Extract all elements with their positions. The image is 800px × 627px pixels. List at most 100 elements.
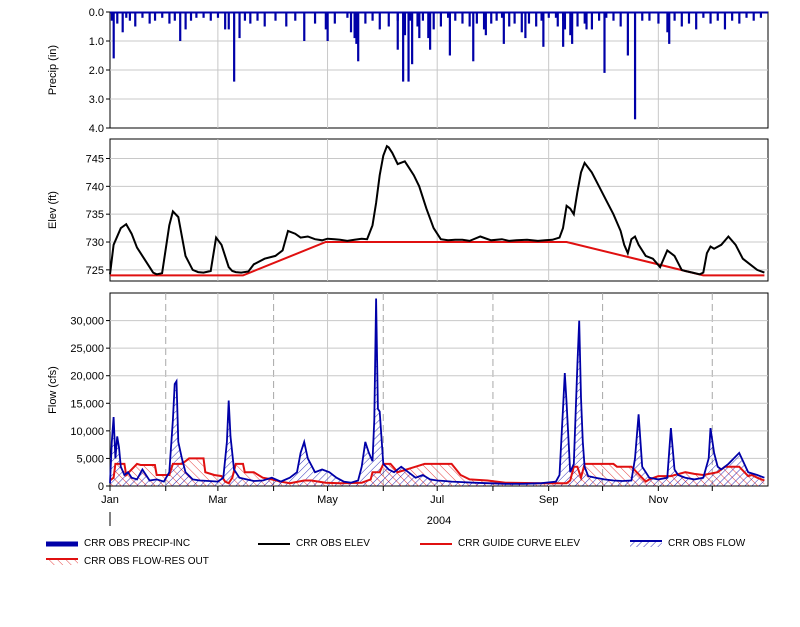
elev-y-axis-label: Elev (ft) [47, 191, 59, 229]
precip-bar [723, 12, 727, 30]
y-tick-label: 735 [86, 209, 104, 221]
precip-bar [556, 12, 559, 27]
legend-item-elev: CRR OBS ELEV [258, 538, 370, 549]
precip-bar [418, 12, 421, 39]
precip-bar [128, 12, 131, 21]
precip-bar [121, 12, 124, 33]
precip-bar [112, 12, 115, 59]
precip-bar [439, 12, 442, 27]
y-tick-label: 20,000 [70, 371, 104, 383]
precip-bar [752, 12, 755, 21]
precip-bar [148, 12, 151, 24]
precip-bar [168, 12, 171, 24]
precip-bar [125, 12, 128, 18]
precip-bar [709, 12, 712, 24]
precip-bar [227, 12, 230, 30]
precip-bar [209, 12, 212, 21]
precip-bar [249, 12, 252, 24]
precip-bar [285, 12, 288, 27]
elev-panel: 725 730 735 740 745 Elev (ft) [47, 138, 769, 282]
precip-bar [673, 12, 676, 21]
precip-bar [116, 12, 119, 24]
precip-bar [396, 12, 399, 50]
precip-bar [263, 12, 266, 27]
precip-bar [326, 12, 329, 41]
precip-bar [633, 12, 637, 120]
precip-bar [590, 12, 594, 30]
precip-bar [626, 12, 629, 56]
precip-bar [612, 12, 615, 21]
precip-bar [508, 12, 511, 27]
precip-bar [603, 12, 606, 73]
precip-bar [274, 12, 277, 21]
legend-symbol-resout [46, 557, 78, 567]
precip-bar [571, 12, 574, 44]
y-tick-label: 15,000 [70, 398, 104, 410]
precip-bar [233, 12, 236, 82]
precip-bar [407, 12, 410, 82]
precip-bar [731, 12, 734, 21]
x-axis: Jan Mar May Jul Sep Nov [101, 486, 713, 506]
y-tick-label: 25,000 [70, 343, 104, 355]
precip-bar [484, 12, 487, 36]
chart-canvas: 0.0 1.0 2.0 3.0 4.0 Precip (in) 725 730 735 740… [47, 7, 769, 527]
y-tick-label: 4.0 [89, 123, 104, 135]
precip-bar [378, 12, 381, 30]
elev-plot-frame [109, 138, 769, 282]
x-tick-label: Jul [430, 494, 444, 506]
legend-item-precip: CRR OBS PRECIP-INC [46, 538, 190, 549]
precip-bar [202, 12, 205, 18]
precip-bar [702, 12, 705, 18]
legend-label-resout: CRR OBS FLOW-RES OUT [84, 556, 209, 567]
flow-y-axis-label: Flow (cfs) [47, 366, 59, 414]
x-tick-label: Mar [208, 494, 227, 506]
precip-bar [189, 12, 193, 21]
y-tick-label: 0 [98, 481, 104, 493]
precip-y-ticks: 0.0 1.0 2.0 3.0 4.0 [89, 7, 110, 135]
precip-bar [527, 12, 531, 24]
precip-bar [429, 12, 432, 50]
y-tick-label: 3.0 [89, 94, 104, 106]
precip-bar [173, 12, 176, 21]
precip-bar [641, 12, 644, 21]
precip-bar [513, 12, 516, 24]
precip-bar [468, 12, 471, 27]
precip-bar [357, 12, 360, 62]
precip-bar [576, 12, 579, 27]
precip-bar [598, 12, 601, 21]
x-tick-label: Jan [101, 494, 119, 506]
precip-bar [687, 12, 691, 24]
legend-item-resout: CRR OBS FLOW-RES OUT [46, 556, 209, 567]
precip-bar [738, 12, 741, 24]
precip-bar [179, 12, 182, 41]
legend-label-precip: CRR OBS PRECIP-INC [84, 538, 191, 549]
precip-bar [411, 12, 414, 65]
precip-bar [256, 12, 259, 21]
legend-item-guide: CRR GUIDE CURVE ELEV [420, 538, 580, 549]
precip-bar [716, 12, 719, 21]
precip-bar [619, 12, 622, 27]
precip-bar [313, 12, 317, 24]
precip-bar [353, 12, 356, 39]
x-axis-year-label: 2004 [427, 515, 451, 527]
legend-symbol-flow [630, 539, 662, 549]
legend-label-flow: CRR OBS FLOW [668, 538, 746, 549]
y-tick-label: 740 [86, 181, 104, 193]
elev-y-ticks: 725 730 735 740 745 [86, 153, 110, 277]
precip-bar [349, 12, 353, 33]
legend-label-guide: CRR GUIDE CURVE ELEV [458, 538, 581, 549]
x-tick-label: Sep [539, 494, 559, 506]
y-tick-label: 725 [86, 265, 104, 277]
x-tick-label: May [317, 494, 338, 506]
y-tick-label: 5,000 [76, 453, 104, 465]
precip-bar [294, 12, 297, 21]
precip-bar [461, 12, 464, 24]
precip-bar [216, 12, 220, 18]
precip-bar [535, 12, 538, 27]
precip-bar [472, 12, 475, 62]
precip-bar [333, 12, 336, 24]
precip-bar [542, 12, 545, 47]
precip-bar [502, 12, 505, 44]
legend-label-elev: CRR OBS ELEV [296, 538, 370, 549]
precip-bar [153, 12, 157, 21]
